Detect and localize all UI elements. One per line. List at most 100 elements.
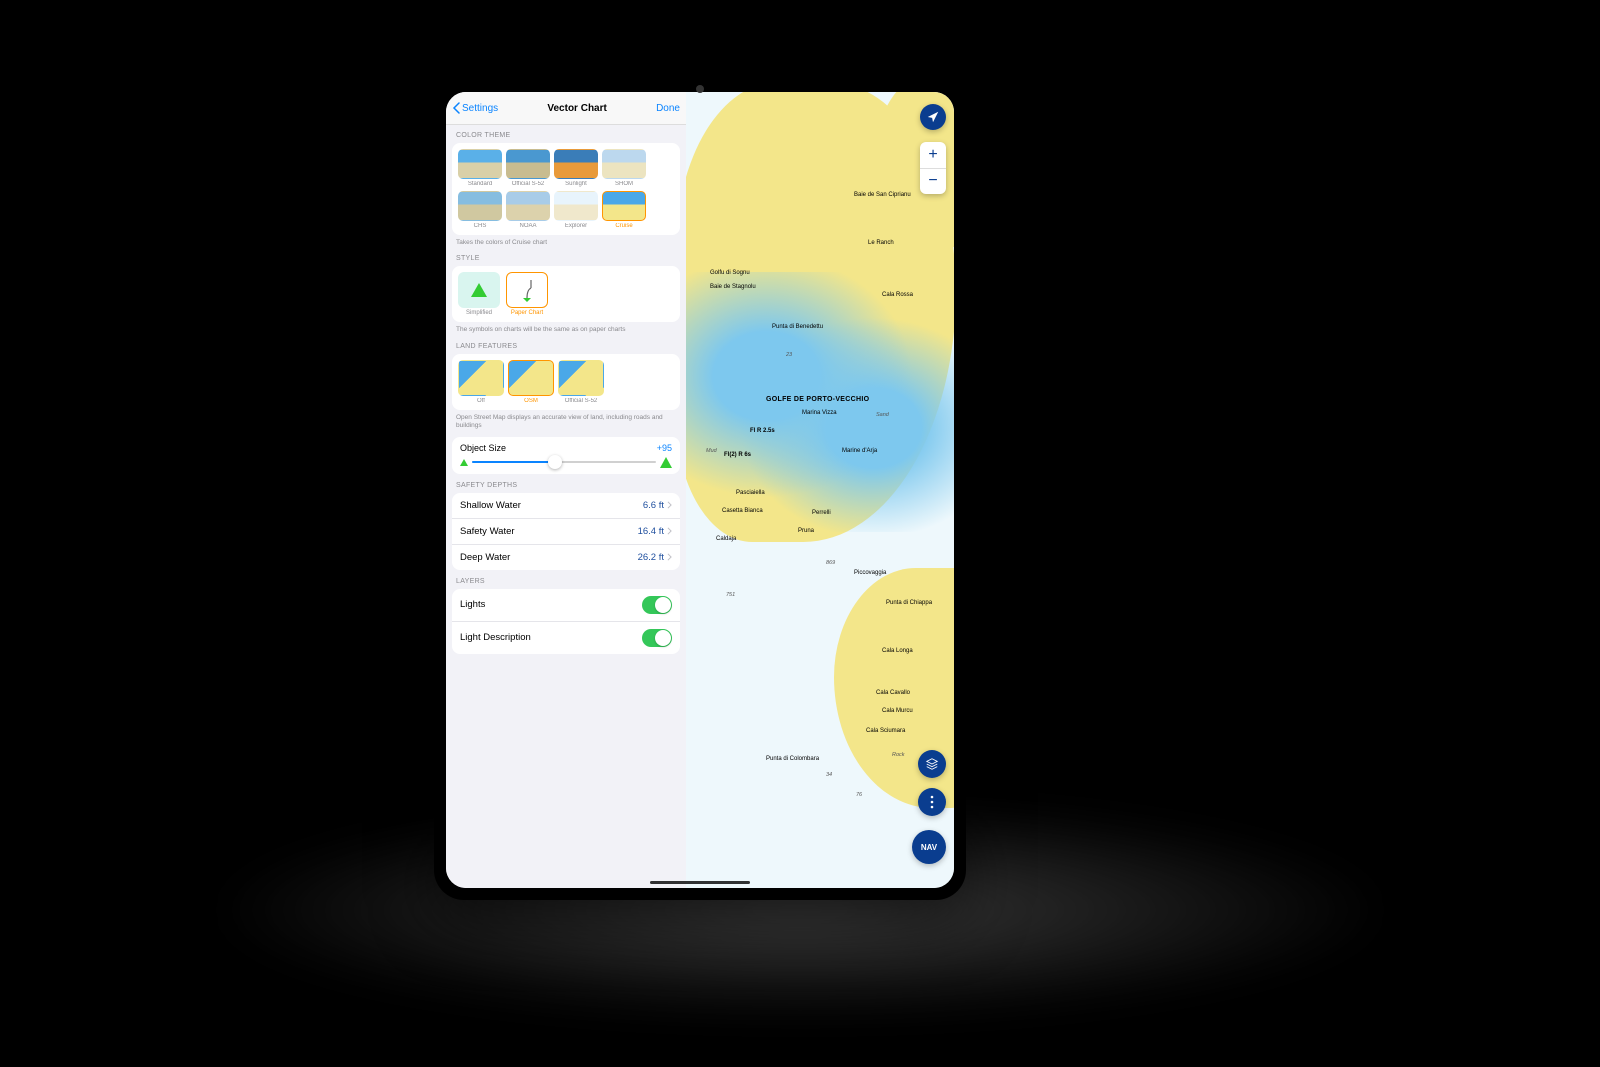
chart-background — [686, 92, 954, 888]
section-header-layers: LAYERS — [446, 570, 686, 589]
color-theme-option[interactable]: NOAA — [506, 191, 550, 229]
map-label: Cala Rossa — [882, 292, 913, 298]
section-header-land-features: LAND FEATURES — [446, 335, 686, 354]
map-label: Baie de San Ciprianu — [854, 192, 911, 198]
row-value: 26.2 ft — [638, 552, 664, 563]
color-theme-option[interactable]: Sunlight — [554, 149, 598, 187]
thumb-label: Paper Chart — [506, 310, 548, 316]
paper-chart-icon — [517, 278, 537, 302]
nav-button-label: NAV — [921, 843, 937, 852]
map-label: Pruna — [798, 528, 814, 534]
layers-list: Lights Light Description — [452, 589, 680, 654]
depth-label: 76 — [856, 792, 862, 798]
settings-panel: Settings Vector Chart Done COLOR THEME S… — [446, 92, 686, 888]
back-button[interactable]: Settings — [452, 102, 498, 114]
thumb-label: Explorer — [554, 223, 598, 229]
color-theme-option[interactable]: SHOM — [602, 149, 646, 187]
zoom-in-button[interactable]: + — [920, 142, 946, 169]
map-label: Caldaja — [716, 536, 736, 542]
section-header-safety-depths: SAFETY DEPTHS — [446, 474, 686, 493]
thumb-label: OSM — [508, 398, 554, 404]
safety-depths-list: Shallow Water 6.6 ft Safety Water 16.4 ft De… — [452, 493, 680, 570]
safety-depth-row[interactable]: Deep Water 26.2 ft — [452, 545, 680, 570]
object-size-label: Object Size — [460, 443, 506, 453]
nav-button[interactable]: NAV — [912, 830, 946, 864]
locate-button[interactable] — [920, 104, 946, 130]
land-feature-option[interactable]: Off — [458, 360, 504, 404]
thumb-label: Cruise — [602, 223, 646, 229]
layers-icon — [925, 757, 939, 771]
map-label: Cala Sciumara — [866, 728, 905, 734]
more-vertical-icon — [930, 795, 934, 809]
map-label: Perrelli — [812, 510, 831, 516]
map-label: Piccovaggia — [854, 570, 886, 576]
done-button[interactable]: Done — [656, 103, 680, 114]
land-feature-option[interactable]: OSM — [508, 360, 554, 404]
color-theme-option[interactable]: Cruise — [602, 191, 646, 229]
land-feature-option[interactable]: Official S-52 — [558, 360, 604, 404]
toggle-switch[interactable] — [642, 629, 672, 647]
page-title: Vector Chart — [547, 103, 606, 114]
nav-bar: Settings Vector Chart Done — [446, 92, 686, 125]
color-theme-card: Standard Official S-52 SunlightSHOM CHS NOAA… — [452, 143, 680, 235]
safety-depth-row[interactable]: Safety Water 16.4 ft — [452, 519, 680, 545]
chevron-right-icon — [667, 553, 672, 561]
thumb-label: CHS — [458, 223, 502, 229]
toggle-switch[interactable] — [642, 596, 672, 614]
row-label: Lights — [460, 599, 485, 610]
map-label: Pasciaiella — [736, 490, 765, 496]
zoom-control: + − — [920, 142, 946, 194]
color-theme-hint: Takes the colors of Cruise chart — [446, 235, 686, 247]
depth-label: 23 — [786, 352, 792, 358]
color-theme-option[interactable]: CHS — [458, 191, 502, 229]
safety-depth-row[interactable]: Shallow Water 6.6 ft — [452, 493, 680, 519]
thumb-label: Official S-52 — [558, 398, 604, 404]
map-label: Cala Murcu — [882, 708, 913, 714]
camera-icon — [696, 85, 704, 93]
depth-label: 869 — [826, 560, 835, 566]
color-theme-option[interactable]: Explorer — [554, 191, 598, 229]
layers-button[interactable] — [918, 750, 946, 778]
map-label: Punta di Colombara — [766, 756, 819, 762]
color-theme-option[interactable]: Official S-52 — [506, 149, 550, 187]
object-size-row: Object Size +95 — [452, 437, 680, 474]
map-label: Baie de Stagnolu — [710, 284, 756, 290]
chevron-right-icon — [667, 501, 672, 509]
row-label: Shallow Water — [460, 500, 521, 511]
location-arrow-icon — [926, 110, 940, 124]
map-view[interactable]: GOLFE DE PORTO-VECCHIO Golfu di Sognu Ba… — [686, 92, 954, 888]
map-label: Punta di Chiappa — [886, 600, 932, 606]
back-label: Settings — [462, 103, 498, 114]
object-size-slider[interactable] — [460, 457, 672, 468]
map-label: Fl R 2.5s — [750, 428, 775, 434]
home-indicator[interactable] — [650, 881, 750, 884]
thumb-label: Standard — [458, 181, 502, 187]
more-button[interactable] — [918, 788, 946, 816]
chevron-right-icon — [667, 527, 672, 535]
map-label-gulf: GOLFE DE PORTO-VECCHIO — [766, 396, 869, 403]
map-label: Punta di Benedettu — [772, 324, 823, 330]
zoom-out-button[interactable]: − — [920, 169, 946, 195]
map-label: Cala Longa — [882, 648, 913, 654]
chevron-left-icon — [452, 102, 460, 114]
thumb-label: Official S-52 — [506, 181, 550, 187]
row-label: Safety Water — [460, 526, 515, 537]
row-value: 6.6 ft — [643, 500, 664, 511]
thumb-label: NOAA — [506, 223, 550, 229]
row-label: Deep Water — [460, 552, 510, 563]
depth-label: Rock — [892, 752, 905, 758]
thumb-label: Off — [458, 398, 504, 404]
color-theme-option[interactable]: Standard — [458, 149, 502, 187]
style-option[interactable]: Paper Chart — [506, 272, 548, 316]
map-label: Marina Vizza — [802, 410, 837, 416]
layer-row: Light Description — [452, 622, 680, 654]
map-label: Golfu di Sognu — [710, 270, 750, 276]
row-value: 16.4 ft — [638, 526, 664, 537]
object-size-value: +95 — [657, 443, 672, 453]
style-hint: The symbols on charts will be the same a… — [446, 322, 686, 334]
style-option[interactable]: Simplified — [458, 272, 500, 316]
depth-label: 751 — [726, 592, 735, 598]
map-label: Marine d'Arja — [842, 448, 877, 454]
section-header-color-theme: COLOR THEME — [446, 124, 686, 143]
depth-label: Sand — [876, 412, 889, 418]
